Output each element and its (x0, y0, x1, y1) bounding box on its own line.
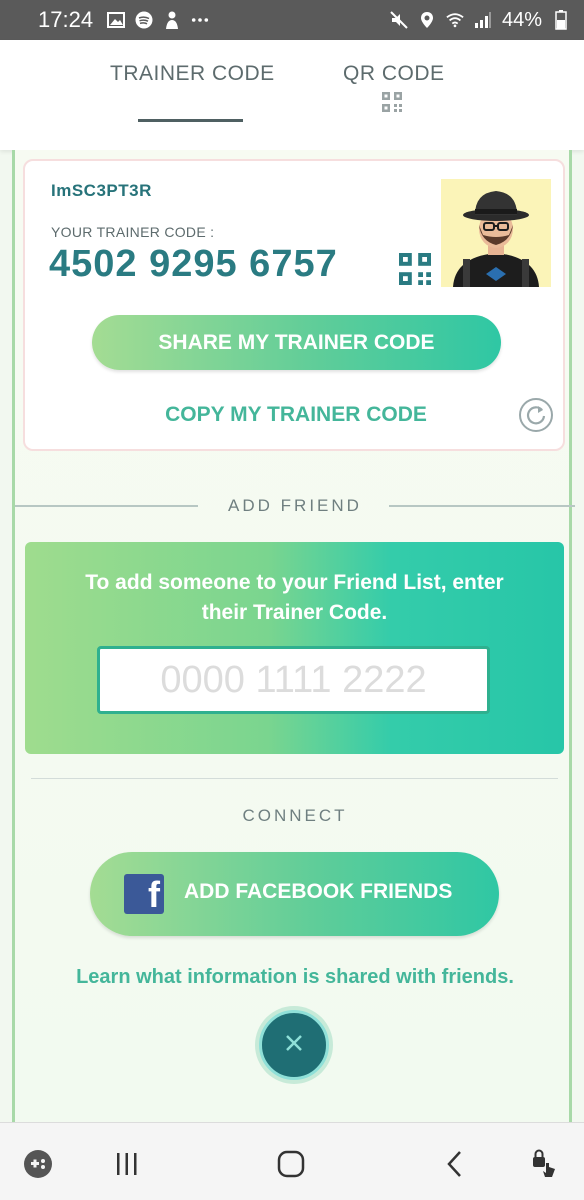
mute-icon (390, 11, 408, 29)
add-friend-divider-right (389, 505, 575, 507)
facebook-icon: f (124, 874, 164, 914)
game-launcher-icon[interactable] (21, 1147, 55, 1181)
main-panel: ImSC3PT3R YOUR TRAINER CODE : 4502 9295 … (12, 150, 575, 1122)
tab-trainer-code[interactable]: TRAINER CODE (110, 62, 275, 86)
wifi-icon (446, 11, 464, 29)
back-icon[interactable] (438, 1147, 472, 1181)
trainer-code-input[interactable] (97, 646, 490, 714)
status-left-icons (107, 11, 209, 29)
tab-qr-code[interactable]: QR CODE (343, 62, 445, 86)
add-friend-card: To add someone to your Friend List, ente… (25, 542, 564, 754)
share-trainer-code-label: SHARE MY TRAINER CODE (158, 330, 435, 354)
status-bar: 17:24 44% (0, 0, 584, 40)
battery-percent: 44% (501, 8, 542, 31)
trainer-name: ImSC3PT3R (51, 181, 152, 200)
close-button[interactable] (259, 1010, 329, 1080)
trainer-avatar (441, 179, 551, 287)
connect-title: CONNECT (242, 806, 348, 825)
home-icon[interactable] (274, 1147, 308, 1181)
location-icon (418, 11, 436, 29)
add-friend-instructions: To add someone to your Friend List, ente… (85, 571, 504, 624)
qr-code-icon[interactable] (399, 253, 431, 290)
add-facebook-friends-button[interactable]: f ADD FACEBOOK FRIENDS (90, 852, 499, 936)
pokemon-go-icon (163, 11, 181, 29)
battery-icon (552, 10, 570, 30)
spotify-icon (135, 11, 153, 29)
qr-code-icon[interactable] (382, 92, 402, 117)
close-icon (283, 1032, 305, 1059)
touch-lock-icon[interactable] (527, 1147, 561, 1181)
status-time: 17:24 (38, 7, 94, 32)
top-tabs: TRAINER CODE QR CODE (0, 40, 584, 150)
add-facebook-friends-label: ADD FACEBOOK FRIENDS (184, 880, 453, 903)
connect-divider (31, 778, 558, 779)
learn-info-shared-link[interactable]: Learn what information is shared with fr… (15, 966, 575, 989)
gallery-icon (107, 11, 126, 29)
trainer-code-label: YOUR TRAINER CODE : (51, 224, 215, 240)
copy-trainer-code-link[interactable]: COPY MY TRAINER CODE (25, 403, 567, 427)
trainer-code-value: 4502 9295 6757 (49, 243, 338, 285)
system-nav-bar (0, 1122, 584, 1200)
recent-apps-icon[interactable] (110, 1147, 144, 1181)
trainer-code-card: ImSC3PT3R YOUR TRAINER CODE : 4502 9295 … (23, 159, 565, 451)
tab-active-indicator (138, 119, 243, 122)
signal-icon (474, 11, 492, 29)
share-trainer-code-button[interactable]: SHARE MY TRAINER CODE (92, 315, 501, 370)
refresh-icon[interactable] (519, 398, 553, 432)
status-right-icons: 44% (390, 9, 570, 32)
more-icon (191, 11, 209, 29)
